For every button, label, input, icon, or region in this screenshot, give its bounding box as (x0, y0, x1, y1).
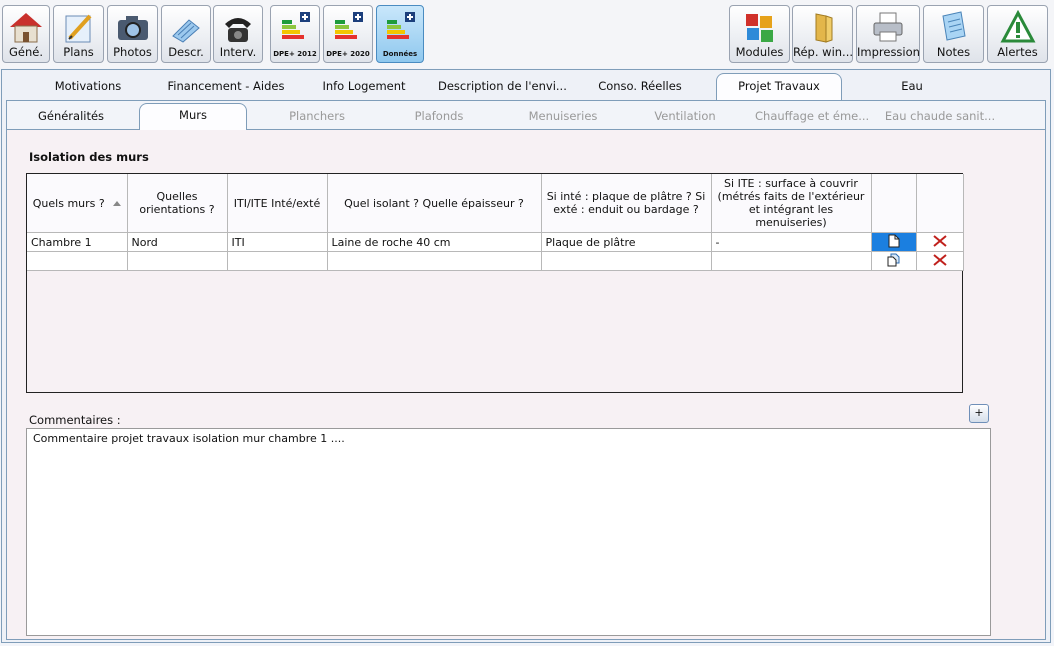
header-open (871, 174, 917, 233)
header-quels-murs[interactable]: Quels murs ? (27, 174, 128, 233)
dpe-2020-label: DPE+ 2020 (326, 50, 370, 58)
cell-surface[interactable]: - (711, 232, 872, 252)
alertes-button[interactable]: Alertes (987, 5, 1048, 63)
comment-label: Commentaires : (29, 413, 121, 427)
copy-document-button[interactable] (871, 251, 917, 271)
isolation-murs-table: Quels murs ? Quelles orientations ? ITI/… (26, 173, 964, 393)
impression-label: Impression (857, 45, 920, 59)
notes-label: Notes (936, 45, 971, 59)
cell-plaque[interactable] (541, 251, 712, 271)
notes-button[interactable]: Notes (923, 5, 984, 63)
header-label: Quels murs ? (32, 196, 105, 210)
gene-button[interactable]: Géné. (2, 5, 50, 63)
header-iti-ite[interactable]: ITI/ITE Inté/exté (227, 174, 328, 233)
copy-document-icon (887, 253, 899, 266)
puzzle-icon (745, 14, 773, 42)
cell-isolant[interactable]: Laine de roche 40 cm (327, 232, 542, 252)
printer-icon (873, 12, 903, 42)
plans-label: Plans (63, 45, 94, 59)
dpe-2020-button[interactable]: DPE+ 2020 (323, 5, 373, 63)
warning-triangle-icon (999, 10, 1036, 43)
donnees-label: Données (382, 50, 418, 58)
tab-financement[interactable]: Financement - Aides (162, 74, 290, 98)
header-orientations[interactable]: Quelles orientations ? (127, 174, 228, 233)
notes-icon (941, 11, 966, 41)
delete-row-button[interactable] (916, 251, 964, 271)
interv-button[interactable]: Interv. (213, 5, 263, 63)
table-header-row: Quels murs ? Quelles orientations ? ITI/… (27, 174, 964, 233)
projet-travaux-panel: Généralités Murs Planchers Plafonds Menu… (6, 100, 1046, 640)
cell-orientations[interactable]: Nord (127, 232, 228, 252)
main-tab-bar: Motivations Financement - Aides Info Log… (2, 70, 1050, 101)
subtab-menuiseries[interactable]: Menuiseries (513, 105, 613, 127)
delete-cross-icon (932, 253, 947, 266)
document-icon (888, 234, 899, 247)
plans-button[interactable]: Plans (53, 5, 104, 63)
subtab-planchers[interactable]: Planchers (269, 105, 365, 127)
header-isolant[interactable]: Quel isolant ? Quelle épaisseur ? (327, 174, 542, 233)
telephone-icon (225, 18, 251, 42)
rep-win-label: Rép. win... (793, 45, 854, 59)
sort-ascending-icon (112, 201, 121, 206)
cell-murs[interactable] (27, 251, 128, 271)
modules-label: Modules (735, 45, 784, 59)
delete-cross-icon (932, 234, 947, 247)
descr-button[interactable]: Descr. (161, 5, 211, 63)
photos-button[interactable]: Photos (107, 5, 158, 63)
modules-button[interactable]: Modules (729, 5, 790, 63)
header-surface[interactable]: Si ITE : surface à couvrir (métrés faits… (711, 174, 872, 233)
sub-tab-bar: Généralités Murs Planchers Plafonds Menu… (7, 101, 1045, 130)
energy-label-icon (387, 12, 415, 39)
rep-win-button[interactable]: Rép. win... (792, 5, 853, 63)
cell-plaque[interactable]: Plaque de plâtre (541, 232, 712, 252)
tab-eau[interactable]: Eau (882, 74, 942, 98)
impression-button[interactable]: Impression (856, 5, 920, 63)
cell-iti-ite[interactable]: ITI (227, 232, 328, 252)
subtab-ventilation[interactable]: Ventilation (637, 105, 733, 127)
descr-label: Descr. (168, 45, 204, 59)
table-row[interactable]: Chambre 1 Nord ITI Laine de roche 40 cm … (27, 232, 964, 252)
main-toolbar: Géné. Plans Photos Descr. Interv. DPE+ 2… (0, 0, 1054, 68)
interv-label: Interv. (219, 45, 257, 59)
cell-murs[interactable]: Chambre 1 (27, 232, 128, 252)
subtab-generalites[interactable]: Généralités (25, 105, 117, 127)
dpe-2012-label: DPE+ 2012 (273, 50, 317, 58)
cell-orientations[interactable] (127, 251, 228, 271)
tab-projet-travaux[interactable]: Projet Travaux (716, 73, 842, 101)
subtab-chauffage[interactable]: Chauffage et éme... (755, 105, 869, 127)
header-plaque[interactable]: Si inté : plaque de plâtre ? Si exté : e… (541, 174, 712, 233)
gene-label: Géné. (8, 45, 43, 59)
donnees-button[interactable]: Données (376, 5, 424, 63)
cell-isolant[interactable] (327, 251, 542, 271)
energy-label-icon (282, 12, 310, 39)
subtab-eau-chaude[interactable]: Eau chaude sanit... (879, 105, 1001, 127)
tab-motivations[interactable]: Motivations (42, 74, 134, 98)
header-delete (916, 174, 964, 233)
open-document-button[interactable] (871, 232, 917, 252)
table-row[interactable] (27, 251, 964, 271)
tab-conso-reelles[interactable]: Conso. Réelles (588, 74, 692, 98)
cell-iti-ite[interactable] (227, 251, 328, 271)
folder-icon (815, 13, 832, 43)
photos-label: Photos (113, 45, 152, 59)
pencil-icon (65, 14, 91, 43)
comment-textarea[interactable]: Commentaire projet travaux isolation mur… (26, 428, 991, 636)
document-icon (172, 19, 200, 43)
tab-info-logement[interactable]: Info Logement (314, 74, 414, 98)
house-icon (10, 13, 42, 43)
delete-row-button[interactable] (916, 232, 964, 252)
alertes-label: Alertes (997, 45, 1038, 59)
section-title: Isolation des murs (29, 150, 149, 164)
energy-label-icon (335, 12, 363, 39)
subtab-murs[interactable]: Murs (139, 103, 247, 130)
dpe-2012-button[interactable]: DPE+ 2012 (270, 5, 320, 63)
tab-description-envi[interactable]: Description de l'envi... (438, 74, 567, 98)
subtab-plafonds[interactable]: Plafonds (393, 105, 485, 127)
add-row-button[interactable]: + (969, 404, 989, 423)
cell-surface[interactable] (711, 251, 872, 271)
main-panel: Motivations Financement - Aides Info Log… (1, 69, 1051, 643)
camera-icon (117, 16, 148, 40)
